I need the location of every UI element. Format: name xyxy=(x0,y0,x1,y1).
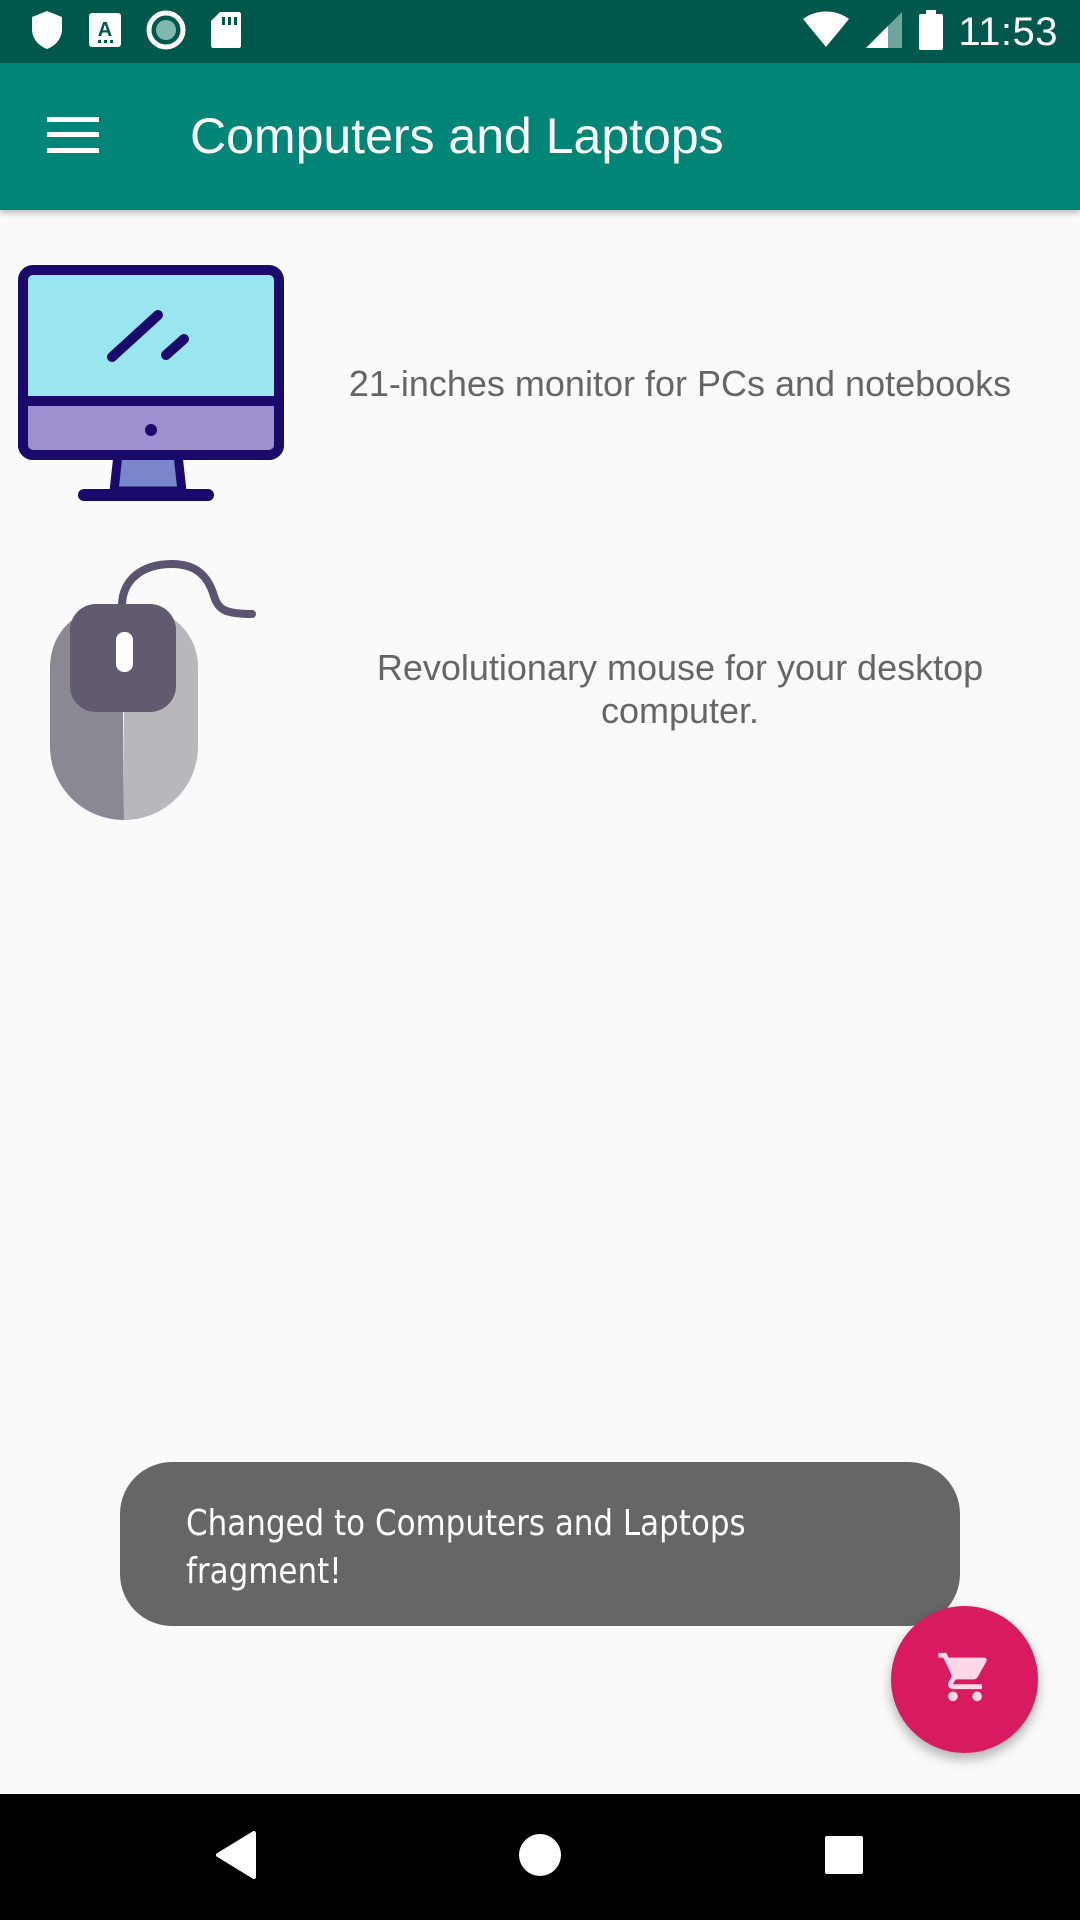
sd-card-icon xyxy=(210,11,242,54)
battery-icon xyxy=(918,9,944,55)
toast-message: Changed to Computers and Laptops fragmen… xyxy=(120,1462,960,1626)
product-description: Revolutionary mouse for your desktop com… xyxy=(376,647,984,731)
app-bar: Computers and Laptops xyxy=(0,63,1080,210)
navigation-bar xyxy=(0,1794,1080,1920)
home-icon xyxy=(518,1833,562,1882)
recents-icon xyxy=(824,1835,864,1880)
shopping-cart-icon xyxy=(936,1648,994,1711)
hamburger-menu-icon xyxy=(47,116,99,158)
status-time: 11:53 xyxy=(958,9,1058,54)
toast-text: Changed to Computers and Laptops fragmen… xyxy=(186,1503,746,1592)
circle-record-icon xyxy=(146,10,186,55)
list-item[interactable]: 21-inches monitor for PCs and notebooks xyxy=(0,262,1080,512)
monitor-icon xyxy=(18,265,286,510)
recents-button[interactable] xyxy=(784,1794,904,1920)
shield-icon xyxy=(30,10,64,55)
menu-button[interactable] xyxy=(38,109,108,165)
back-button[interactable] xyxy=(176,1794,296,1920)
svg-text:A: A xyxy=(98,19,112,41)
status-bar: A 11:53 xyxy=(0,0,1080,63)
home-button[interactable] xyxy=(480,1794,600,1920)
status-right-icons: 11:53 xyxy=(802,8,1058,56)
list-item[interactable]: Revolutionary mouse for your desktop com… xyxy=(0,550,1080,830)
wifi-icon xyxy=(802,11,850,54)
mouse-icon xyxy=(46,556,266,827)
product-description: 21-inches monitor for PCs and notebooks xyxy=(348,363,1012,404)
back-icon xyxy=(214,1830,258,1884)
cart-fab-button[interactable] xyxy=(891,1606,1038,1753)
page-title: Computers and Laptops xyxy=(190,108,724,164)
text-a-icon: A xyxy=(88,12,122,53)
status-left-icons: A xyxy=(30,10,242,54)
signal-icon xyxy=(864,10,904,55)
